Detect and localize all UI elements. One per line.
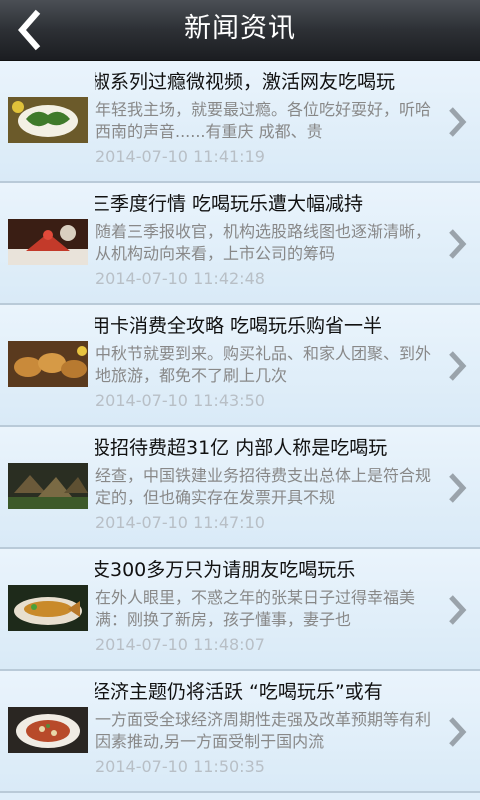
news-item[interactable]: 用卡消费全攻略 吃喝玩乐购省一半 中秋节就要到来。购买礼品、和家人团聚、到外地旅… [0, 305, 480, 427]
news-title: 经济主题仍将活跃 “吃喝玩乐”或有 [95, 681, 383, 703]
news-item[interactable]: 支300多万只为请朋友吃喝玩乐 在外人眼里，不惑之年的张某日子过得幸福美满：刚换… [0, 549, 480, 671]
food-dish-image [8, 97, 88, 143]
news-title: 椒系列过瘾微视频，激活网友吃喝玩 [95, 71, 396, 93]
news-date: 2014-07-10 11:48:07 [95, 635, 265, 654]
news-title: 股招待费超31亿 内部人称是吃喝玩 [95, 437, 388, 459]
zongzi-image [8, 463, 88, 509]
news-date: 2014-07-10 11:43:50 [95, 391, 265, 410]
chevron-right-icon [446, 593, 468, 627]
mooncake-image [8, 341, 88, 387]
news-list: 椒系列过瘾微视频，激活网友吃喝玩 年轻我主场，就要最过瘾。各位吃好耍好，听哈西南… [0, 61, 480, 793]
news-item[interactable]: 经济主题仍将活跃 “吃喝玩乐”或有 一方面受全球经济周期性走强及改革预期等有利因… [0, 671, 480, 793]
chevron-right-icon [446, 471, 468, 505]
page-title: 新闻资讯 [184, 13, 296, 44]
news-item[interactable]: 三季度行情 吃喝玩乐遭大幅减持 随着三季报收官，机构选股路线图也逐渐清晰，从机构… [0, 183, 480, 305]
news-title: 用卡消费全攻略 吃喝玩乐购省一半 [95, 315, 383, 337]
news-summary: 在外人眼里，不惑之年的张某日子过得幸福美满：刚换了新房，孩子懂事，妻子也 [95, 588, 416, 629]
top-bar: 新闻资讯 [0, 0, 480, 61]
chevron-right-icon [446, 227, 468, 261]
news-date: 2014-07-10 11:41:19 [95, 147, 265, 166]
rice-bowl-image [8, 707, 88, 753]
news-item[interactable]: 椒系列过瘾微视频，激活网友吃喝玩 年轻我主场，就要最过瘾。各位吃好耍好，听哈西南… [0, 61, 480, 183]
fish-dish-image [8, 585, 88, 631]
news-date: 2014-07-10 11:42:48 [95, 269, 265, 288]
news-item[interactable]: 股招待费超31亿 内部人称是吃喝玩 经查，中国铁建业务招待费支出总体上是符合规定… [0, 427, 480, 549]
news-summary: 中秋节就要到来。购买礼品、和家人团聚、到外地旅游，都免不了刷上几次 [95, 344, 432, 385]
news-summary: 一方面受全球经济周期性走强及改革预期等有利因素推动,另一方面受制于国内流 [95, 710, 432, 751]
cake-image [8, 219, 88, 265]
chevron-right-icon [446, 349, 468, 383]
chevron-right-icon [446, 105, 468, 139]
news-title: 支300多万只为请朋友吃喝玩乐 [95, 559, 356, 581]
news-title: 三季度行情 吃喝玩乐遭大幅减持 [95, 193, 364, 215]
news-summary: 年轻我主场，就要最过瘾。各位吃好耍好，听哈西南的声音......有重庆 成都、贵 [95, 100, 432, 141]
chevron-right-icon [446, 715, 468, 749]
news-date: 2014-07-10 11:50:35 [95, 757, 265, 776]
news-summary: 经查，中国铁建业务招待费支出总体上是符合规定的，但也确实存在发票开具不规 [95, 466, 432, 507]
news-summary: 随着三季报收官，机构选股路线图也逐渐清晰，从机构动向来看，上市公司的筹码 [95, 222, 432, 263]
news-date: 2014-07-10 11:47:10 [95, 513, 265, 532]
